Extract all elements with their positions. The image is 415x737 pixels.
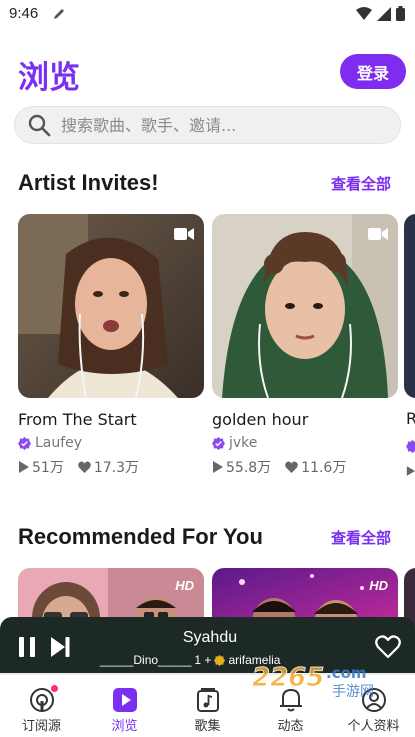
invite-artist-name: jvke	[229, 435, 258, 451]
play-count-icon	[19, 461, 29, 473]
verified-icon	[212, 436, 225, 450]
hd-badge: HD	[175, 578, 194, 593]
notification-dot	[51, 685, 58, 692]
like-count-icon	[78, 461, 91, 473]
invite-thumbnail[interactable]	[212, 214, 398, 398]
play-count-icon	[406, 466, 415, 476]
verified-icon	[18, 436, 31, 450]
search-input[interactable]	[61, 115, 381, 135]
artist-invites-title: Artist Invites!	[18, 170, 159, 195]
play-count: 55.8万	[226, 460, 272, 476]
recommended-title: Recommended For You	[18, 524, 263, 549]
nav-label: 订阅源	[21, 719, 61, 734]
status-icons	[356, 6, 405, 21]
invite-title: golden hour	[212, 410, 309, 429]
track-artist-a[interactable]: _____Dino_____	[100, 653, 191, 667]
play-count-icon	[213, 461, 223, 473]
songbook-icon	[196, 688, 219, 712]
invite-thumbnail[interactable]	[18, 214, 204, 398]
podcast-icon	[29, 688, 54, 712]
video-icon	[368, 226, 388, 245]
svg-text:手游网: 手游网	[332, 684, 374, 700]
wifi-icon	[356, 6, 372, 20]
invite-artist[interactable]: Laufey	[18, 435, 204, 451]
hd-badge: HD	[369, 578, 388, 593]
page-title: 浏览	[18, 60, 80, 96]
verified-icon	[214, 654, 226, 666]
like-count: 17.3万	[93, 460, 139, 476]
play-count: 51万	[32, 460, 64, 476]
svg-text:.com: .com	[326, 664, 367, 682]
status-bar: 9:46	[0, 0, 415, 28]
play-icon	[112, 688, 137, 712]
watermark-logo: 2265 .com 手游网	[252, 663, 375, 701]
svg-text:2265: 2265	[252, 663, 324, 693]
invite-card[interactable]: golden hour jvke 55.8万 11.6万	[212, 214, 398, 477]
like-count: 11.6万	[301, 460, 347, 476]
battery-icon	[396, 6, 405, 21]
login-button[interactable]: 登录	[340, 54, 406, 89]
like-count-icon	[285, 461, 298, 473]
nav-label: 动态	[277, 719, 304, 734]
signal-icon	[377, 6, 391, 21]
nav-label: 浏览	[111, 719, 138, 734]
search-bar[interactable]	[14, 106, 401, 144]
nav-label: 个人资料	[347, 719, 400, 734]
pause-icon[interactable]	[18, 637, 36, 657]
invite-stats: 55.8万 11.6万	[212, 457, 398, 477]
artist-invites-see-all[interactable]: 查看全部	[331, 173, 391, 194]
invite-stats: 51万 17.3万	[18, 457, 204, 477]
invite-card[interactable]: From The Start Laufey 51万 17.3万	[18, 214, 204, 477]
edit-icon	[52, 6, 66, 25]
invite-title-partial: R	[406, 409, 415, 428]
status-time: 9:46	[9, 5, 39, 22]
invite-artist-name: Laufey	[35, 435, 83, 451]
recommended-see-all[interactable]: 查看全部	[331, 527, 391, 548]
invite-artist[interactable]: jvke	[212, 435, 398, 451]
nav-item-subscriptions[interactable]: 订阅源	[0, 675, 83, 737]
nav-item-songbook[interactable]: 歌集	[166, 675, 249, 737]
player-controls	[18, 637, 70, 657]
track-title: Syahdu	[182, 629, 238, 646]
nav-label: 歌集	[194, 719, 221, 734]
search-icon	[28, 114, 51, 137]
invite-card-partial[interactable]	[404, 214, 415, 398]
invite-title: From The Start	[18, 410, 137, 429]
track-artist-separator: 1 +	[194, 653, 212, 667]
nav-item-browse[interactable]: 浏览	[83, 675, 166, 737]
video-icon	[174, 226, 194, 245]
next-track-icon[interactable]	[50, 637, 70, 657]
verified-icon	[406, 440, 415, 453]
